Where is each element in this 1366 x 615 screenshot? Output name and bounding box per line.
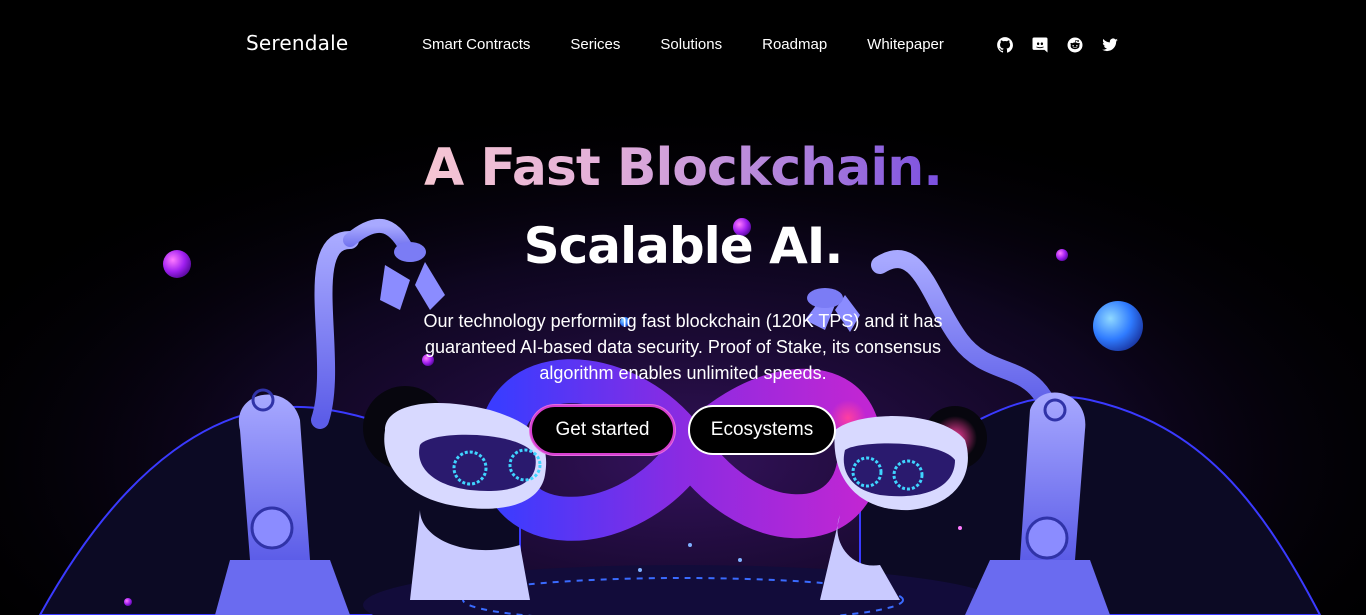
get-started-button[interactable]: Get started xyxy=(530,405,675,455)
brand-logo[interactable]: Serendale xyxy=(246,31,348,55)
ecosystems-button[interactable]: Ecosystems xyxy=(688,405,836,455)
reddit-icon[interactable] xyxy=(1065,35,1085,55)
social-links xyxy=(995,35,1120,55)
twitter-icon[interactable] xyxy=(1100,35,1120,55)
main-nav: Smart Contracts Serices Solutions Roadma… xyxy=(402,36,964,53)
discord-icon[interactable] xyxy=(1030,35,1050,55)
nav-link-smart-contracts[interactable]: Smart Contracts xyxy=(402,36,550,53)
nav-link-roadmap[interactable]: Roadmap xyxy=(742,36,847,53)
hero-headline: A Fast Blockchain. xyxy=(424,138,943,198)
github-icon[interactable] xyxy=(995,35,1015,55)
nav-link-solutions[interactable]: Solutions xyxy=(640,36,742,53)
nav-link-whitepaper[interactable]: Whitepaper xyxy=(847,36,964,53)
hero-description: Our technology performing fast blockchai… xyxy=(423,311,943,383)
navbar: Serendale Smart Contracts Serices Soluti… xyxy=(0,0,1366,90)
nav-link-services[interactable]: Serices xyxy=(550,36,640,53)
hero-subheadline: Scalable AI. xyxy=(523,217,844,275)
